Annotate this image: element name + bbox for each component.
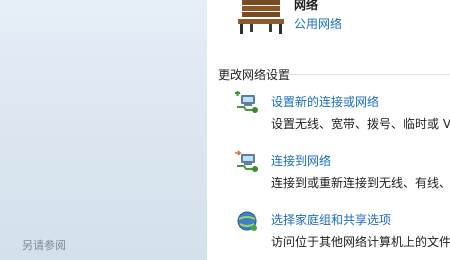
homegroup-sharing-link[interactable]: 选择家庭组和共享选项 [271,211,391,228]
section-divider [284,74,450,75]
park-bench-icon [238,0,284,34]
setup-connection-description: 设置无线、宽带、拨号、临时或 VPN [271,117,450,131]
connect-network-icon [235,150,258,172]
homegroup-icon [237,211,257,231]
setup-connection-link[interactable]: 设置新的连接或网络 [271,93,379,110]
new-connection-icon [235,91,258,113]
network-type-link[interactable]: 公用网络 [294,15,342,32]
homegroup-sharing-description: 访问位于其他网络计算机上的文件和 [271,235,450,249]
see-also-label: 另请参阅 [22,239,66,252]
connect-to-network-link[interactable]: 连接到网络 [271,152,331,169]
section-title: 更改网络设置 [218,68,291,82]
connect-to-network-description: 连接到或重新连接到无线、有线、拨号 [271,176,450,190]
network-name: 网络 [294,0,319,12]
left-pane: 另请参阅 [0,0,207,260]
